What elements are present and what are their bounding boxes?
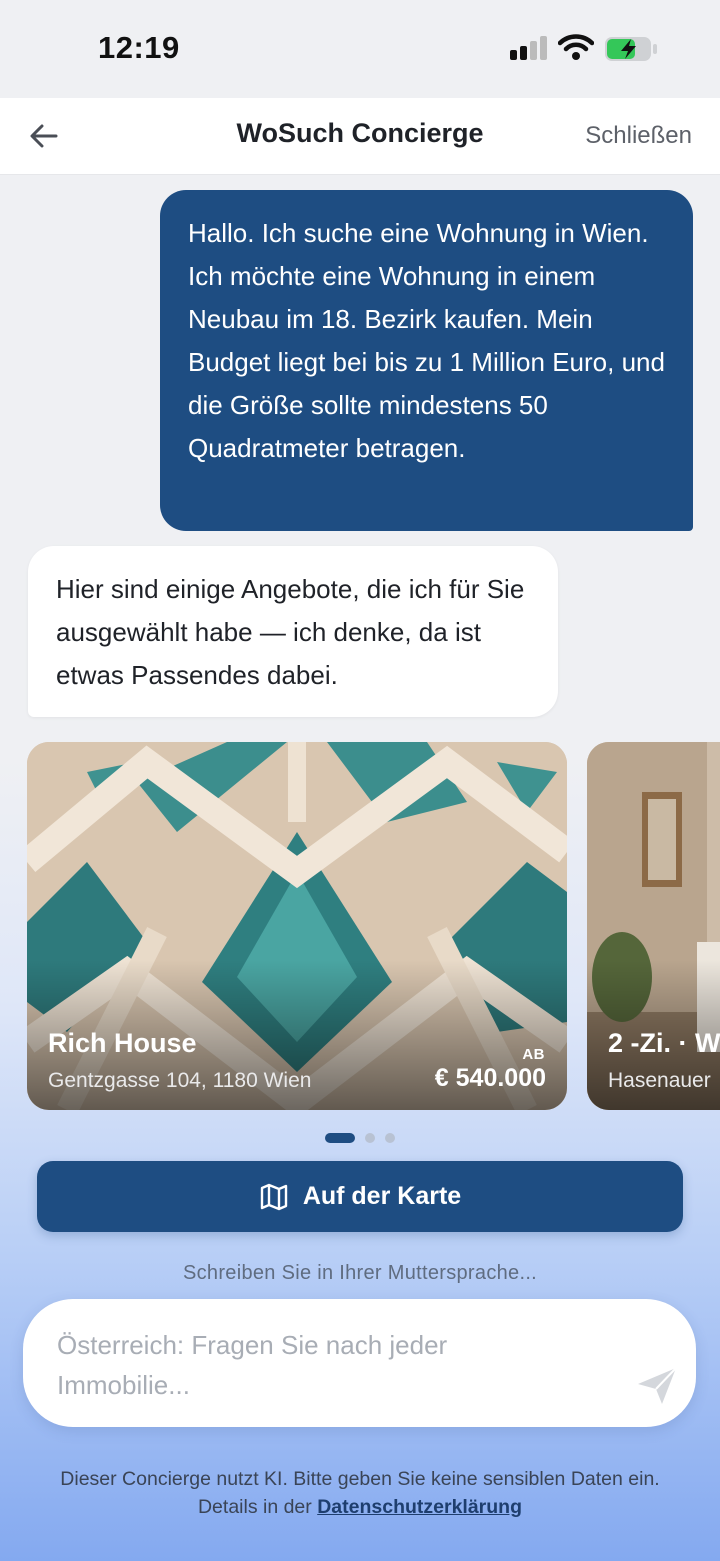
status-bar: 12:19 (0, 0, 720, 98)
listing-card[interactable]: Rich House Gentzgasse 104, 1180 Wien AB … (27, 742, 567, 1110)
wifi-icon (558, 34, 594, 60)
message-input[interactable]: Österreich: Fragen Sie nach jeder Immobi… (57, 1325, 577, 1405)
status-time: 12:19 (98, 30, 180, 65)
listing-carousel[interactable]: Rich House Gentzgasse 104, 1180 Wien AB … (0, 742, 720, 1111)
price-prefix: AB (522, 1046, 545, 1063)
listing-title: Rich House (48, 1028, 197, 1058)
pagination-dot-active[interactable] (325, 1133, 355, 1143)
listing-title: 2 -Zi. · W (608, 1028, 720, 1058)
listing-card[interactable]: 2 -Zi. · W Hasenauer (587, 742, 720, 1110)
assistant-message-bubble: Hier sind einige Angebote, die ich für S… (28, 546, 558, 717)
listing-price: € 540.000 (434, 1064, 546, 1092)
map-icon (260, 1183, 288, 1210)
cellular-signal-icon (510, 36, 547, 60)
close-button[interactable]: Schließen (585, 122, 692, 150)
battery-charging-icon (605, 37, 657, 61)
pagination-dot[interactable] (365, 1133, 375, 1143)
composer-hint: Schreiben Sie in Ihrer Muttersprache... (182, 1262, 538, 1284)
privacy-policy-link[interactable]: Datenschutzerklärung (317, 1496, 522, 1518)
ai-disclaimer: Dieser Concierge nutzt KI. Bitte geben S… (30, 1465, 690, 1521)
pagination-dot[interactable] (385, 1133, 395, 1143)
show-on-map-label: Auf der Karte (302, 1182, 462, 1210)
show-on-map-button[interactable]: Auf der Karte (37, 1161, 683, 1232)
listing-address: Hasenauer (608, 1069, 711, 1092)
listing-address: Gentzgasse 104, 1180 Wien (48, 1069, 312, 1092)
message-composer[interactable]: Österreich: Fragen Sie nach jeder Immobi… (23, 1299, 696, 1427)
send-icon[interactable] (636, 1366, 678, 1406)
user-message-bubble: Hallo. Ich suche eine Wohnung in Wien. I… (160, 190, 693, 531)
nav-bar: WoSuch Concierge Schließen (0, 98, 720, 175)
